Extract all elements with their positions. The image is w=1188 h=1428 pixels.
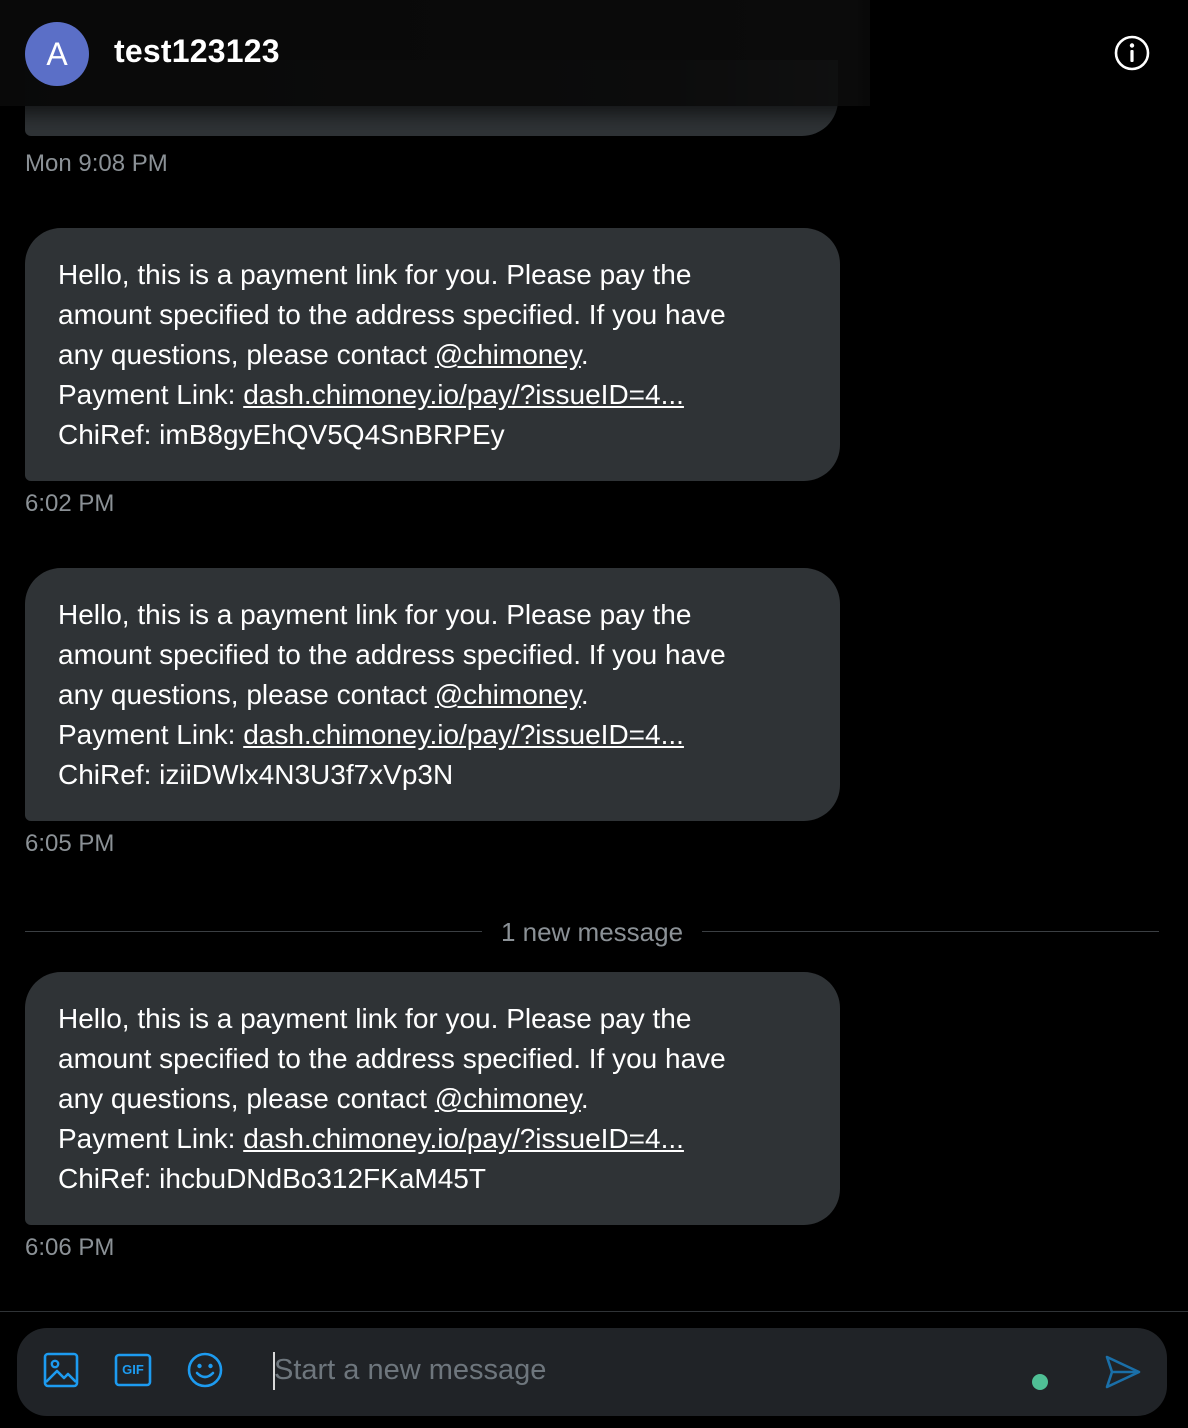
status-dot	[1032, 1374, 1048, 1390]
contact-suffix: .	[580, 339, 589, 370]
mention-link[interactable]: @chimoney	[435, 339, 581, 370]
payment-link-line: Payment Link: dash.chimoney.io/pay/?issu…	[58, 715, 808, 755]
message-line: Hello, this is a payment link for you. P…	[58, 1003, 692, 1034]
composer-divider	[0, 1311, 1188, 1312]
message-line: Hello, this is a payment link for you. P…	[58, 599, 692, 630]
message-composer: GIF Start a new message	[17, 1328, 1167, 1416]
message-line: amount specified to the address specifie…	[58, 299, 726, 330]
payment-link-label: Payment Link:	[58, 1123, 244, 1154]
divider-line-right	[702, 931, 1159, 932]
message-line: amount specified to the address specifie…	[58, 1043, 726, 1074]
message-timestamp: 6:02 PM	[25, 490, 115, 517]
payment-link[interactable]: dash.chimoney.io/pay/?issueID=4...	[243, 719, 684, 750]
dm-conversation: Mon 9:08 PM A test123123 Hello, this is …	[0, 0, 1188, 1428]
message-contact-line: any questions, please contact @chimoney.	[58, 1079, 808, 1119]
chiref-line: ChiRef: imB8gyEhQV5Q4SnBRPEy	[58, 419, 505, 450]
payment-link-label: Payment Link:	[58, 379, 244, 410]
message-bubble: Hello, this is a payment link for you. P…	[25, 568, 840, 821]
conversation-title[interactable]: test123123	[114, 33, 280, 70]
contact-prefix: any questions, please contact	[58, 679, 435, 710]
message-timestamp: 6:06 PM	[25, 1234, 115, 1261]
contact-prefix: any questions, please contact	[58, 339, 435, 370]
avatar[interactable]: A	[25, 22, 89, 86]
message-input[interactable]: Start a new message	[274, 1354, 546, 1387]
message-line: amount specified to the address specifie…	[58, 639, 726, 670]
send-icon[interactable]	[1103, 1352, 1143, 1392]
payment-link-label: Payment Link:	[58, 719, 244, 750]
gif-label: GIF	[122, 1362, 144, 1377]
chiref-line: ChiRef: iziiDWlx4N3U3f7xVp3N	[58, 759, 454, 790]
message-line: Hello, this is a payment link for you. P…	[58, 259, 692, 290]
message-bubble: Hello, this is a payment link for you. P…	[25, 228, 840, 481]
message-timestamp: 6:05 PM	[25, 830, 115, 857]
info-icon[interactable]	[1113, 34, 1151, 72]
message-bubble: Hello, this is a payment link for you. P…	[25, 972, 840, 1225]
contact-prefix: any questions, please contact	[58, 1083, 435, 1114]
emoji-icon[interactable]	[185, 1350, 225, 1390]
divider-line-left	[25, 931, 482, 932]
mention-link[interactable]: @chimoney	[435, 679, 581, 710]
contact-suffix: .	[580, 679, 589, 710]
contact-suffix: .	[580, 1083, 589, 1114]
gif-button[interactable]: GIF	[113, 1350, 153, 1390]
conversation-header: A test123123	[0, 0, 1188, 106]
chiref-line: ChiRef: ihcbuDNdBo312FKaM45T	[58, 1163, 486, 1194]
message-timestamp: Mon 9:08 PM	[25, 150, 168, 177]
message-contact-line: any questions, please contact @chimoney.	[58, 335, 808, 375]
new-message-divider: 1 new message	[500, 917, 684, 947]
payment-link[interactable]: dash.chimoney.io/pay/?issueID=4...	[243, 379, 684, 410]
image-icon[interactable]	[41, 1350, 81, 1390]
payment-link-line: Payment Link: dash.chimoney.io/pay/?issu…	[58, 1119, 808, 1159]
payment-link-line: Payment Link: dash.chimoney.io/pay/?issu…	[58, 375, 808, 415]
mention-link[interactable]: @chimoney	[435, 1083, 581, 1114]
payment-link[interactable]: dash.chimoney.io/pay/?issueID=4...	[243, 1123, 684, 1154]
message-contact-line: any questions, please contact @chimoney.	[58, 675, 808, 715]
